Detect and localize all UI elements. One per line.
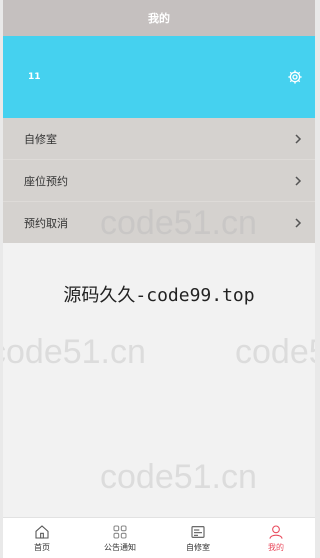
- chevron-right-icon: [295, 217, 302, 228]
- tab-study-room[interactable]: 自修室: [159, 518, 237, 558]
- menu-item-seat-booking[interactable]: 座位预约: [3, 160, 315, 202]
- tab-mine[interactable]: 我的: [237, 518, 315, 558]
- page-title: 我的: [148, 12, 170, 25]
- home-icon: [35, 524, 49, 539]
- grid-icon: [113, 524, 127, 539]
- tab-announcements[interactable]: 公告通知: [81, 518, 159, 558]
- tab-label: 公告通知: [104, 542, 136, 552]
- app-screen: code51.cn code51.cn code51.cn code51.cn …: [3, 0, 315, 558]
- tab-home[interactable]: 首页: [3, 518, 81, 558]
- tab-label: 我的: [268, 542, 284, 552]
- tab-label: 首页: [34, 542, 50, 552]
- content-area: 源码久久-code99.top: [3, 243, 315, 519]
- menu-item-study-room[interactable]: 自修室: [3, 118, 315, 160]
- tab-bar: 首页 公告通知 自修室 我的: [3, 517, 315, 558]
- user-icon: [269, 524, 283, 539]
- tab-label: 自修室: [186, 542, 210, 552]
- gear-icon[interactable]: [287, 69, 303, 85]
- room-icon: [191, 525, 205, 538]
- watermark-text: 源码久久-code99.top: [63, 285, 255, 306]
- menu-item-label: 预约取消: [24, 216, 68, 230]
- menu-item-cancel-booking[interactable]: 预约取消: [3, 202, 315, 243]
- chevron-right-icon: [295, 133, 302, 144]
- menu-item-label: 座位预约: [24, 174, 68, 188]
- profile-header: 11: [3, 36, 315, 118]
- menu-list: 自修室 座位预约 预约取消: [3, 118, 315, 243]
- nav-bar: 我的: [3, 0, 315, 36]
- username: 11: [28, 72, 41, 82]
- chevron-right-icon: [295, 175, 302, 186]
- menu-item-label: 自修室: [24, 132, 57, 146]
